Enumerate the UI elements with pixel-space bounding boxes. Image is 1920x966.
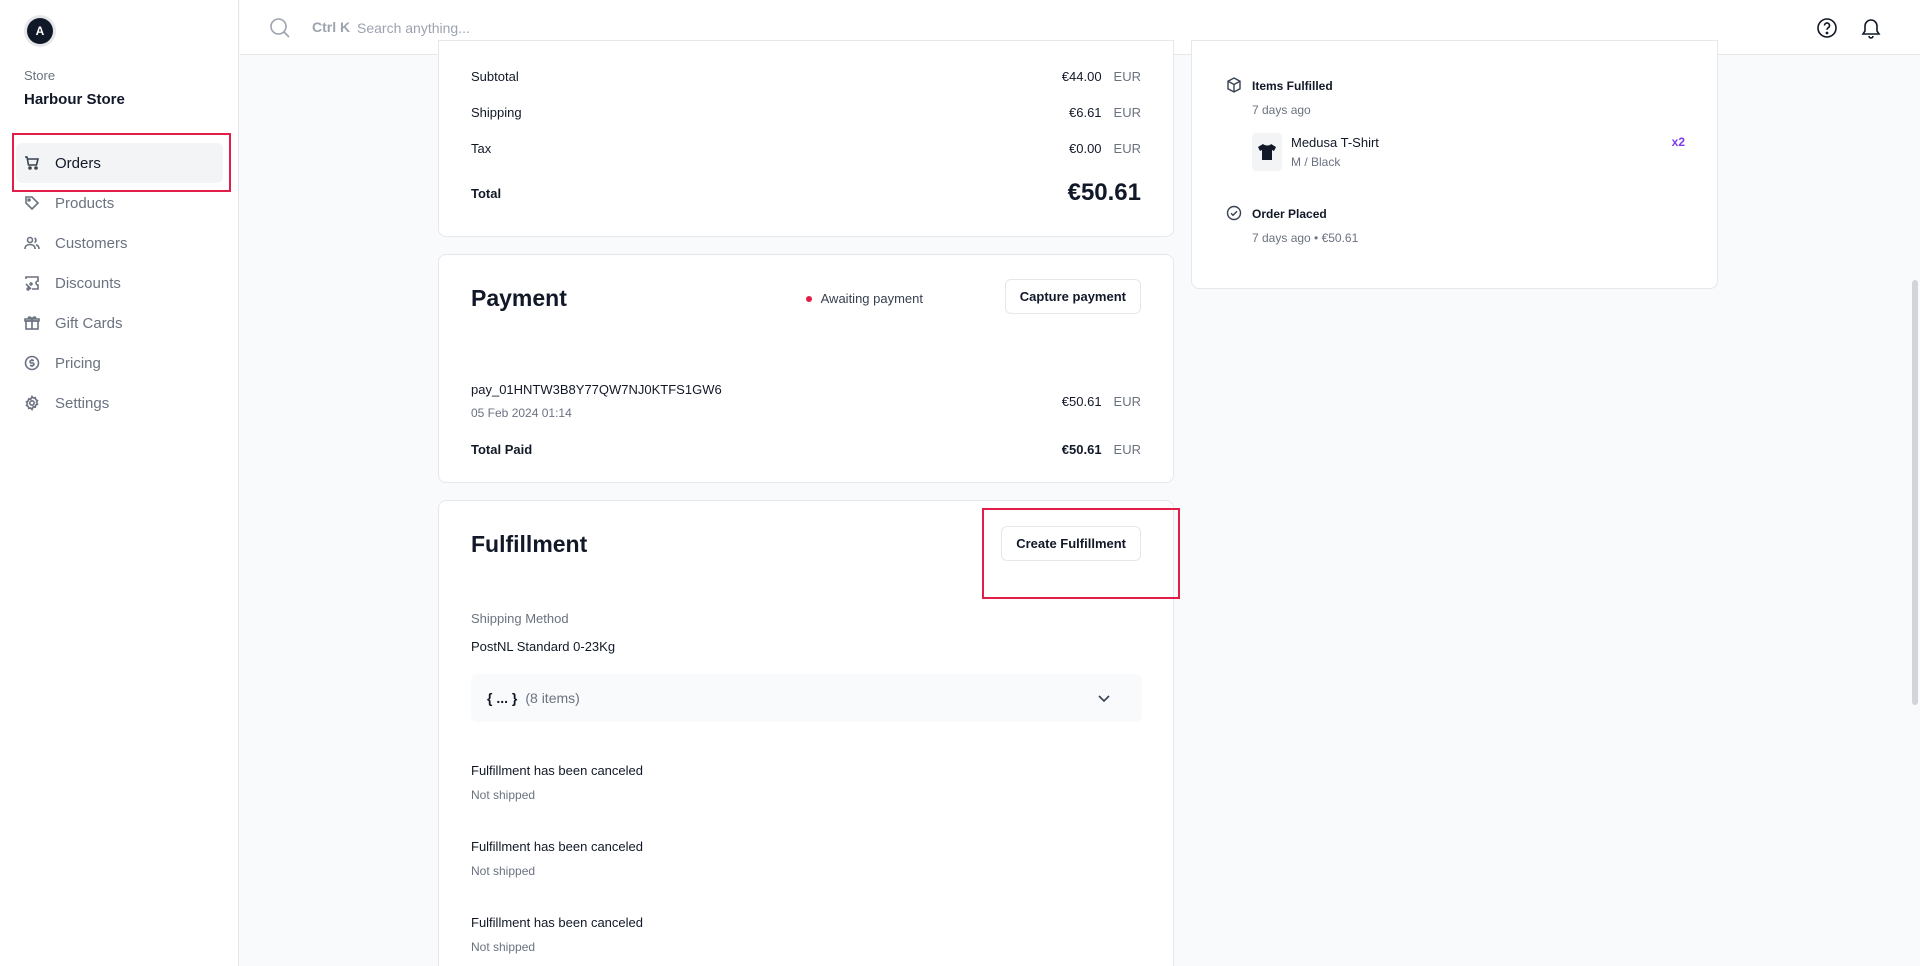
sidebar-item-label: Discounts <box>55 274 121 292</box>
total-paid-row: Total Paid €50.61 EUR <box>471 442 1141 457</box>
timeline-card: Items Fulfilled 7 days ago Medusa T-Shir… <box>1191 40 1718 289</box>
discount-icon <box>24 275 40 291</box>
payment-title: Payment <box>471 285 567 311</box>
package-icon <box>1226 77 1242 98</box>
currency-code: EUR <box>1113 69 1141 84</box>
payment-card: Payment Awaiting payment Capture payment… <box>438 254 1174 483</box>
check-circle-icon <box>1226 205 1242 226</box>
product-variant: M / Black <box>1291 155 1341 169</box>
sidebar-nav: Orders Products Customers Discounts Gift… <box>16 143 223 423</box>
subtotal-row: Subtotal €44.00 EUR <box>471 69 1141 84</box>
shipping-row: Shipping €6.61 EUR <box>471 105 1141 120</box>
cart-icon <box>24 155 40 171</box>
tax-row: Tax €0.00 EUR <box>471 141 1141 156</box>
sidebar-item-products[interactable]: Products <box>16 183 223 223</box>
sidebar-item-label: Gift Cards <box>55 314 123 332</box>
store-avatar[interactable]: A <box>27 18 53 44</box>
fulfillment-title: Fulfillment <box>471 531 588 557</box>
search-input[interactable] <box>357 15 757 41</box>
product-name: Medusa T-Shirt <box>1291 135 1379 150</box>
fulfillment-entry-title: Fulfillment has been canceled <box>471 915 643 930</box>
currency-code: EUR <box>1113 141 1141 156</box>
fulfillment-entry-status: Not shipped <box>471 788 536 802</box>
order-placed-sub: 7 days ago • €50.61 <box>1252 231 1359 245</box>
metadata-json-toggle[interactable]: { ... } (8 items) <box>471 674 1142 722</box>
store-name: Harbour Store <box>24 91 125 108</box>
sidebar-item-label: Pricing <box>55 354 101 372</box>
sidebar-item-orders[interactable]: Orders <box>16 143 223 183</box>
fulfillment-entry-title: Fulfillment has been canceled <box>471 763 643 778</box>
payment-amount-row: €50.61 EUR <box>471 394 1141 409</box>
order-placed-title: Order Placed <box>1252 207 1327 221</box>
create-fulfillment-button[interactable]: Create Fulfillment <box>1001 526 1141 561</box>
sidebar-item-label: Settings <box>55 394 110 412</box>
total-paid-value: €50.61 <box>1061 442 1102 457</box>
order-summary-card: Subtotal €44.00 EUR Shipping €6.61 EUR Tax… <box>438 40 1174 237</box>
tax-value: €0.00 <box>1069 141 1102 156</box>
shipping-label: Shipping <box>471 105 522 120</box>
users-icon <box>24 235 40 251</box>
chevron-down-icon <box>1096 690 1112 709</box>
search-shortcut-hint: Ctrl K <box>312 19 351 35</box>
search-icon[interactable] <box>269 17 291 44</box>
payment-status-text: Awaiting payment <box>820 291 923 306</box>
currency-code: EUR <box>1113 442 1141 457</box>
capture-payment-button[interactable]: Capture payment <box>1004 279 1141 314</box>
total-value: €50.61 <box>1067 179 1141 206</box>
sidebar: A Store Harbour Store Orders Products Cu… <box>0 0 239 966</box>
total-row: Total €50.61 <box>471 179 1141 207</box>
store-label: Store <box>24 68 56 83</box>
fulfillment-entry-status: Not shipped <box>471 940 536 954</box>
product-thumbnail <box>1252 133 1282 171</box>
tax-label: Tax <box>471 141 492 156</box>
product-quantity: x2 <box>1671 135 1685 149</box>
currency-code: EUR <box>1113 394 1141 409</box>
shipping-method-value: PostNL Standard 0-23Kg <box>471 639 616 654</box>
tag-icon <box>24 195 40 211</box>
gift-icon <box>24 315 40 331</box>
total-paid-label: Total Paid <box>471 442 533 457</box>
sidebar-item-gift-cards[interactable]: Gift Cards <box>16 303 223 343</box>
shipping-method-label: Shipping Method <box>471 611 569 626</box>
status-dot-icon <box>805 295 812 302</box>
sidebar-item-settings[interactable]: Settings <box>16 383 223 423</box>
fulfillment-card: Fulfillment Create Fulfillment Shipping … <box>438 500 1174 966</box>
sidebar-item-pricing[interactable]: Pricing <box>16 343 223 383</box>
sidebar-item-label: Customers <box>55 234 128 252</box>
items-fulfilled-time: 7 days ago <box>1252 103 1311 117</box>
help-icon[interactable] <box>1816 17 1838 44</box>
payment-amount: €50.61 <box>1061 394 1102 409</box>
total-label: Total <box>471 185 502 201</box>
shipping-value: €6.61 <box>1069 105 1102 120</box>
sidebar-item-label: Products <box>55 194 115 212</box>
bell-icon[interactable] <box>1860 16 1882 45</box>
currency-code: EUR <box>1113 105 1141 120</box>
gear-icon <box>24 395 40 411</box>
subtotal-value: €44.00 <box>1061 69 1102 84</box>
tshirt-icon <box>1258 144 1276 160</box>
page-scrollbar[interactable] <box>1912 280 1918 705</box>
sidebar-item-customers[interactable]: Customers <box>16 223 223 263</box>
json-braces: { ... } <box>487 690 518 706</box>
subtotal-label: Subtotal <box>471 69 519 84</box>
fulfillment-entry-title: Fulfillment has been canceled <box>471 839 643 854</box>
sidebar-item-discounts[interactable]: Discounts <box>16 263 223 303</box>
json-item-count: (8 items) <box>525 690 580 706</box>
items-fulfilled-title: Items Fulfilled <box>1252 79 1333 93</box>
fulfillment-entry-status: Not shipped <box>471 864 536 878</box>
sidebar-item-label: Orders <box>55 154 101 172</box>
payment-status-badge: Awaiting payment <box>805 291 923 306</box>
pricing-icon <box>24 355 40 371</box>
